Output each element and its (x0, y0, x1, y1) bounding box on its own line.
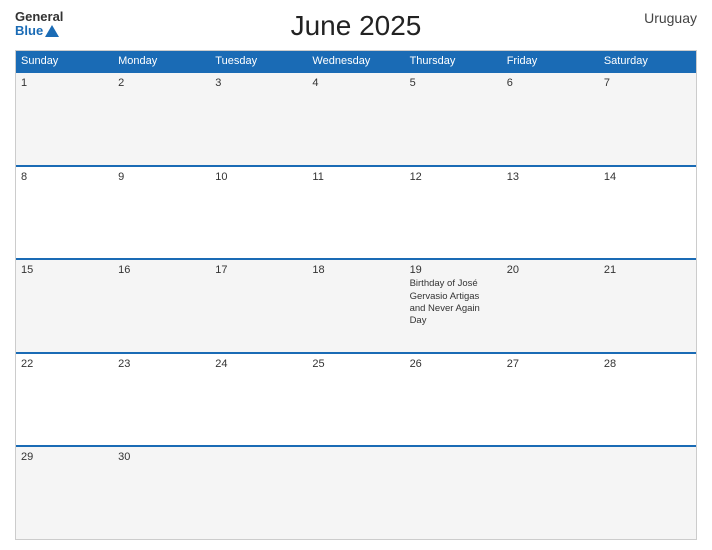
day-cell: 12 (405, 167, 502, 259)
week-3: 22 23 24 25 26 27 28 (16, 354, 696, 446)
day-number: 5 (410, 77, 497, 89)
day-number: 28 (604, 358, 691, 370)
day-number: 2 (118, 77, 205, 89)
day-number: 30 (118, 451, 205, 463)
weeks-container: 12345678910111213141516171819Birthday of… (16, 71, 696, 539)
day-cell (307, 447, 404, 539)
week-row: 1234567 (16, 71, 696, 165)
day-number: 13 (507, 171, 594, 183)
day-number: 18 (312, 264, 399, 276)
header-friday: Friday (502, 51, 599, 71)
day-headers: Sunday Monday Tuesday Wednesday Thursday… (16, 51, 696, 71)
calendar-title: June 2025 (291, 10, 422, 42)
day-cell: 15 (16, 260, 113, 352)
day-cell: 24 (210, 354, 307, 446)
day-cell: 17 (210, 260, 307, 352)
day-number: 12 (410, 171, 497, 183)
day-number: 25 (312, 358, 399, 370)
day-cell: 3 (210, 73, 307, 165)
day-number: 14 (604, 171, 691, 183)
day-cell: 5 (405, 73, 502, 165)
day-cell: 22 (16, 354, 113, 446)
day-number: 17 (215, 264, 302, 276)
day-cell: 19 Birthday of José Gervasio Artigas and … (405, 260, 502, 352)
day-number: 9 (118, 171, 205, 183)
day-number: 7 (604, 77, 691, 89)
day-number: 26 (410, 358, 497, 370)
page: General Blue June 2025 Uruguay Sunday Mo… (0, 0, 712, 550)
day-number: 11 (312, 171, 399, 183)
day-cell: 10 (210, 167, 307, 259)
week-4: 29 30 (16, 447, 696, 539)
logo-triangle-icon (45, 25, 59, 37)
header-tuesday: Tuesday (210, 51, 307, 71)
day-number: 29 (21, 451, 108, 463)
day-cell: 27 (502, 354, 599, 446)
day-number: 16 (118, 264, 205, 276)
logo-blue-text: Blue (15, 24, 63, 38)
day-cell: 28 (599, 354, 696, 446)
calendar: Sunday Monday Tuesday Wednesday Thursday… (15, 50, 697, 540)
day-cell: 8 (16, 167, 113, 259)
day-number: 23 (118, 358, 205, 370)
day-cell (599, 447, 696, 539)
day-number: 21 (604, 264, 691, 276)
header-saturday: Saturday (599, 51, 696, 71)
header-wednesday: Wednesday (307, 51, 404, 71)
day-cell: 21 (599, 260, 696, 352)
day-number: 1 (21, 77, 108, 89)
week-2: 15 16 17 18 19 Birthday of José Gervasio Arti… (16, 260, 696, 352)
day-number: 10 (215, 171, 302, 183)
day-cell: 20 (502, 260, 599, 352)
day-cell: 4 (307, 73, 404, 165)
day-cell: 6 (502, 73, 599, 165)
day-number: 8 (21, 171, 108, 183)
day-cell: 26 (405, 354, 502, 446)
day-cell (210, 447, 307, 539)
day-cell: 13 (502, 167, 599, 259)
header-thursday: Thursday (405, 51, 502, 71)
day-number: 4 (312, 77, 399, 89)
day-cell (405, 447, 502, 539)
day-cell: 30 (113, 447, 210, 539)
day-cell (502, 447, 599, 539)
day-cell: 18 (307, 260, 404, 352)
country-label: Uruguay (644, 10, 697, 26)
day-cell: 16 (113, 260, 210, 352)
day-number: 3 (215, 77, 302, 89)
day-cell: 2 (113, 73, 210, 165)
day-cell: 1 (16, 73, 113, 165)
day-number: 24 (215, 358, 302, 370)
day-cell: 9 (113, 167, 210, 259)
day-cell: 7 (599, 73, 696, 165)
event-text: Birthday of José Gervasio Artigas and Ne… (410, 278, 497, 327)
header: General Blue June 2025 Uruguay (15, 10, 697, 42)
week-1: 89 10 11 12 13 14 (16, 167, 696, 259)
day-cell: 11 (307, 167, 404, 259)
day-number: 20 (507, 264, 594, 276)
day-cell: 29 (16, 447, 113, 539)
header-sunday: Sunday (16, 51, 113, 71)
week-row: 22 23 24 25 26 27 28 (16, 352, 696, 446)
week-0: 1234567 (16, 73, 696, 165)
day-number: 27 (507, 358, 594, 370)
day-cell: 14 (599, 167, 696, 259)
logo-general-text: General (15, 10, 63, 24)
day-number: 19 (410, 264, 497, 276)
week-row: 89 10 11 12 13 14 (16, 165, 696, 259)
day-number: 22 (21, 358, 108, 370)
logo: General Blue (15, 10, 63, 39)
day-number: 6 (507, 77, 594, 89)
week-row: 29 30 (16, 445, 696, 539)
week-row: 15 16 17 18 19 Birthday of José Gervasio Arti… (16, 258, 696, 352)
day-cell: 23 (113, 354, 210, 446)
day-cell: 25 (307, 354, 404, 446)
day-number: 15 (21, 264, 108, 276)
header-monday: Monday (113, 51, 210, 71)
